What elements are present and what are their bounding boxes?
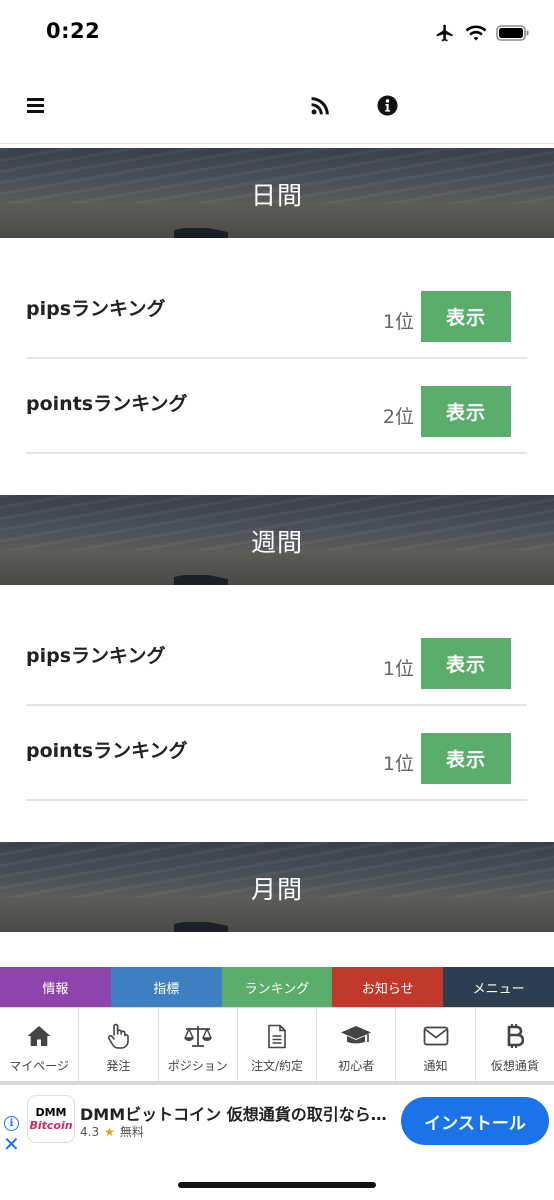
- ad-banner[interactable]: i ✕ DMM Bitcoin DMMビットコイン 仮想通貨の取引なら… 4.3…: [0, 1089, 554, 1161]
- nav-item-beginner[interactable]: 初心者: [317, 1008, 397, 1081]
- ship-silhouette: [174, 228, 228, 238]
- nav-label: 通知: [423, 1059, 448, 1073]
- ranking-row: pointsランキング 2位 表示: [26, 359, 527, 454]
- app-header: [0, 66, 554, 144]
- ship-silhouette: [174, 575, 228, 585]
- info-icon: [376, 94, 398, 116]
- ranking-row: pipsランキング 1位 表示: [26, 611, 527, 706]
- star-icon: ★: [104, 1124, 115, 1139]
- section-banner-weekly: 週間: [0, 495, 554, 585]
- show-button[interactable]: 表示: [421, 638, 511, 689]
- bottom-nav: マイページ 発注 ポジション 注文/約定 初心者 通知 仮想通貨: [0, 1007, 554, 1085]
- rss-button[interactable]: [305, 90, 335, 120]
- ad-meta: 4.3 ★ 無料: [80, 1123, 144, 1140]
- show-button[interactable]: 表示: [421, 291, 511, 342]
- ranking-label: pipsランキング: [26, 645, 166, 667]
- tab-info[interactable]: 情報: [0, 967, 111, 1007]
- ranking-row: pipsランキング 1位 表示: [26, 264, 527, 359]
- ad-info-icon[interactable]: i: [4, 1116, 19, 1131]
- install-button[interactable]: インストール: [401, 1097, 549, 1145]
- battery-icon: [496, 25, 529, 41]
- bitcoin-icon: [506, 1022, 524, 1050]
- rank-value: 1位: [382, 658, 414, 680]
- info-button[interactable]: [372, 90, 402, 120]
- ad-close-icon[interactable]: ✕: [3, 1132, 20, 1156]
- rank-value: 2位: [382, 406, 414, 428]
- show-button[interactable]: 表示: [421, 386, 511, 437]
- nav-item-notification[interactable]: 通知: [396, 1008, 476, 1081]
- nav-label: 初心者: [338, 1059, 375, 1073]
- ship-silhouette: [174, 922, 228, 932]
- hamburger-menu-icon: [26, 97, 44, 113]
- ad-price: 無料: [119, 1125, 144, 1139]
- envelope-icon: [423, 1022, 449, 1050]
- section-banner-daily: 日間: [0, 148, 554, 238]
- home-indicator[interactable]: [178, 1182, 376, 1188]
- category-tab-bar: 情報 指標 ランキング お知らせ メニュー: [0, 967, 554, 1007]
- section-title: 月間: [250, 875, 303, 904]
- show-button[interactable]: 表示: [421, 733, 511, 784]
- airplane-icon: [436, 24, 453, 42]
- nav-label: マイページ: [9, 1059, 70, 1073]
- nav-label: 発注: [106, 1059, 131, 1073]
- ad-title: DMMビットコイン 仮想通貨の取引なら…: [80, 1105, 387, 1124]
- status-icons: [434, 20, 530, 46]
- balance-scale-icon: [183, 1022, 213, 1050]
- ad-rating: 4.3: [80, 1124, 100, 1139]
- tab-indicators[interactable]: 指標: [110, 967, 222, 1007]
- ranking-label: pointsランキング: [26, 740, 188, 762]
- rank-value: 1位: [382, 753, 414, 775]
- section-title: 週間: [250, 528, 303, 557]
- rss-icon: [311, 96, 329, 114]
- rank-value: 1位: [382, 311, 414, 333]
- hand-pointer-icon: [107, 1022, 130, 1050]
- status-time: 0:22: [46, 19, 101, 43]
- status-bar: 0:22: [0, 0, 554, 66]
- ad-app-logo: DMM Bitcoin: [27, 1095, 75, 1143]
- nav-item-mypage[interactable]: マイページ: [0, 1008, 80, 1081]
- nav-label: 仮想通貨: [490, 1059, 539, 1073]
- menu-button[interactable]: [20, 90, 50, 120]
- nav-item-crypto[interactable]: 仮想通貨: [476, 1008, 554, 1081]
- document-icon: [267, 1022, 287, 1050]
- ad-logo-text-bottom: Bitcoin: [29, 1118, 73, 1132]
- nav-label: ポジション: [167, 1059, 228, 1073]
- ranking-label: pipsランキング: [26, 298, 166, 320]
- nav-item-order[interactable]: 発注: [79, 1008, 159, 1081]
- tab-news[interactable]: お知らせ: [332, 967, 444, 1007]
- home-icon: [27, 1022, 51, 1050]
- nav-item-orders-executions[interactable]: 注文/約定: [238, 1008, 318, 1081]
- section-title: 日間: [250, 181, 303, 210]
- ad-logo-text-top: DMM: [35, 1105, 67, 1119]
- graduation-cap-icon: [340, 1022, 372, 1050]
- ranking-label: pointsランキング: [26, 393, 188, 415]
- wifi-icon: [465, 25, 487, 41]
- section-banner-monthly: 月間: [0, 842, 554, 932]
- tab-menu[interactable]: メニュー: [443, 967, 554, 1007]
- ranking-row: pointsランキング 1位 表示: [26, 706, 527, 801]
- tab-ranking[interactable]: ランキング: [221, 967, 333, 1007]
- nav-item-position[interactable]: ポジション: [159, 1008, 238, 1081]
- nav-label: 注文/約定: [250, 1059, 303, 1073]
